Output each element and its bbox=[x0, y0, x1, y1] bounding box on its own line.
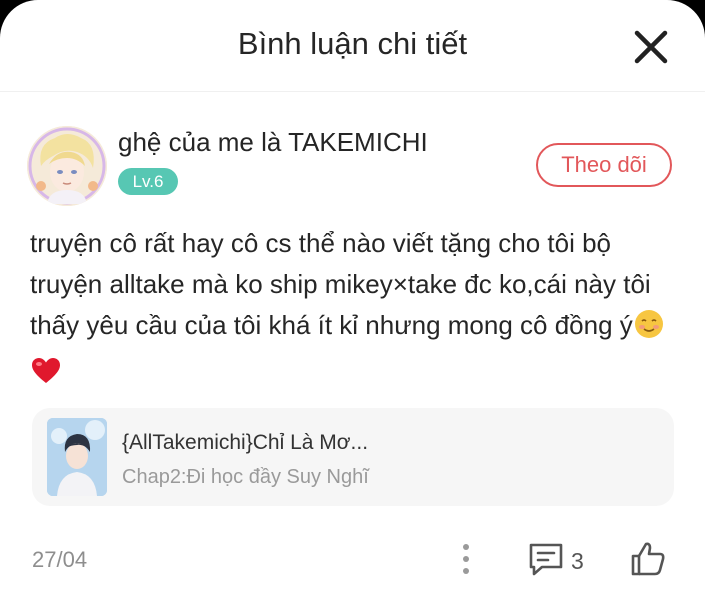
comment-date: 27/04 bbox=[32, 547, 88, 572]
close-icon bbox=[634, 30, 668, 64]
story-chapter: Chap2:Đi học đầy Suy Nghĩ bbox=[122, 466, 369, 488]
reply-count: 3 bbox=[571, 548, 584, 574]
user-avatar-image bbox=[27, 126, 107, 206]
header-divider bbox=[0, 91, 705, 92]
story-card[interactable]: {AllTakemichi}Chỉ Là Mơ... Chap2:Đi học … bbox=[32, 408, 674, 506]
story-thumbnail bbox=[47, 418, 107, 496]
reply-button[interactable] bbox=[526, 540, 566, 578]
smiling-face-emoji bbox=[633, 308, 665, 352]
comment-detail-sheet: Bình luận chi tiết ghệ của me là TAKEMIC… bbox=[0, 0, 705, 600]
comment-text-block: truyện cô rất hay cô cs thể nào viết tặn… bbox=[30, 223, 680, 399]
like-button[interactable] bbox=[628, 539, 668, 579]
thumbs-up-icon bbox=[631, 542, 665, 576]
level-badge: Lv.6 bbox=[118, 168, 178, 195]
comment-text: truyện cô rất hay cô cs thể nào viết tặn… bbox=[30, 228, 651, 340]
red-heart-emoji bbox=[30, 355, 62, 399]
more-vertical-icon bbox=[463, 544, 469, 574]
avatar[interactable] bbox=[27, 126, 107, 206]
header: Bình luận chi tiết bbox=[0, 0, 705, 92]
page-title: Bình luận chi tiết bbox=[237, 26, 468, 61]
more-options-button[interactable] bbox=[452, 541, 480, 577]
close-button[interactable] bbox=[628, 24, 674, 70]
comment-icon bbox=[529, 543, 563, 576]
follow-button[interactable]: Theo dõi bbox=[536, 143, 672, 187]
story-title: {AllTakemichi}Chỉ Là Mơ... bbox=[122, 431, 369, 454]
username[interactable]: ghệ của me là TAKEMICHI bbox=[118, 127, 428, 158]
